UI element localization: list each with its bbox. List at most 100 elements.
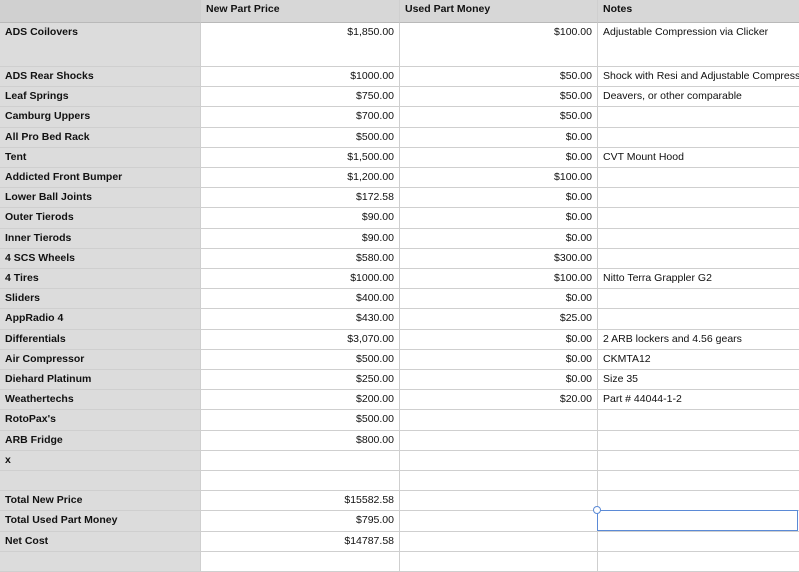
new-price-cell[interactable]: $14787.58 <box>201 531 400 552</box>
row-label-cell[interactable]: Camburg Uppers <box>0 107 201 128</box>
new-price-cell[interactable]: $500.00 <box>201 410 400 431</box>
new-price-cell[interactable]: $250.00 <box>201 370 400 391</box>
used-money-cell[interactable]: $0.00 <box>400 147 598 168</box>
new-price-cell[interactable]: $580.00 <box>201 248 400 269</box>
row-label-cell[interactable]: Weathertechs <box>0 390 201 411</box>
notes-cell[interactable] <box>598 107 799 128</box>
row-label-cell[interactable]: Differentials <box>0 329 201 350</box>
used-money-cell[interactable]: $0.00 <box>400 349 598 370</box>
row-label-cell[interactable]: Lower Ball Joints <box>0 188 201 209</box>
used-money-cell[interactable]: $100.00 <box>400 23 598 67</box>
notes-cell[interactable]: Deavers, or other comparable <box>598 87 799 108</box>
notes-cell[interactable]: Part # 44044-1-2 <box>598 390 799 411</box>
row-label-cell[interactable]: ADS Rear Shocks <box>0 67 201 88</box>
new-price-cell[interactable] <box>201 551 400 572</box>
used-money-cell[interactable]: $0.00 <box>400 329 598 350</box>
row-label-cell[interactable]: All Pro Bed Rack <box>0 127 201 148</box>
row-label-cell[interactable]: Total New Price <box>0 491 201 512</box>
new-price-cell[interactable]: $430.00 <box>201 309 400 330</box>
header-notes[interactable]: Notes <box>598 0 799 23</box>
new-price-cell[interactable]: $1,850.00 <box>201 23 400 67</box>
new-price-cell[interactable]: $172.58 <box>201 188 400 209</box>
used-money-cell[interactable]: $25.00 <box>400 309 598 330</box>
new-price-cell[interactable]: $500.00 <box>201 349 400 370</box>
new-price-cell[interactable]: $795.00 <box>201 511 400 532</box>
used-money-cell[interactable] <box>400 531 598 552</box>
new-price-cell[interactable]: $750.00 <box>201 87 400 108</box>
notes-cell[interactable]: Adjustable Compression via Clicker <box>598 23 799 67</box>
used-money-cell[interactable]: $0.00 <box>400 289 598 310</box>
notes-cell[interactable] <box>598 431 799 451</box>
used-money-cell[interactable]: $0.00 <box>400 127 598 148</box>
notes-cell[interactable] <box>598 552 799 572</box>
row-label-cell[interactable]: Tent <box>0 147 201 168</box>
row-label-cell[interactable]: Sliders <box>0 289 201 310</box>
notes-cell[interactable] <box>598 168 799 189</box>
notes-cell[interactable] <box>598 289 799 310</box>
used-money-cell[interactable]: $0.00 <box>400 370 598 391</box>
notes-cell[interactable]: 2 ARB lockers and 4.56 gears <box>598 330 799 350</box>
new-price-cell[interactable] <box>201 471 400 492</box>
used-money-cell[interactable]: $0.00 <box>400 228 598 249</box>
used-money-cell[interactable] <box>400 551 598 572</box>
notes-cell[interactable] <box>598 471 799 492</box>
used-money-cell[interactable]: $50.00 <box>400 67 598 88</box>
new-price-cell[interactable]: $800.00 <box>201 430 400 451</box>
used-money-cell[interactable]: $0.00 <box>400 208 598 229</box>
new-price-cell[interactable]: $90.00 <box>201 228 400 249</box>
used-money-cell[interactable]: $50.00 <box>400 87 598 108</box>
row-label-cell[interactable]: Leaf Springs <box>0 87 201 108</box>
selection-handle[interactable] <box>593 506 601 514</box>
new-price-cell[interactable]: $400.00 <box>201 289 400 310</box>
used-money-cell[interactable] <box>400 450 598 471</box>
used-money-cell[interactable] <box>400 511 598 532</box>
row-label-cell[interactable]: Air Compressor <box>0 349 201 370</box>
header-used-part-money[interactable]: Used Part Money <box>400 0 598 23</box>
notes-cell[interactable] <box>598 309 799 330</box>
row-label-cell[interactable]: x <box>0 450 201 471</box>
row-label-cell[interactable]: RotoPax's <box>0 410 201 431</box>
notes-cell[interactable] <box>598 249 799 269</box>
notes-cell[interactable]: CKMTA12 <box>598 350 799 370</box>
row-label-cell[interactable]: Inner Tierods <box>0 228 201 249</box>
selected-cell[interactable] <box>597 510 798 531</box>
row-label-cell[interactable]: ADS Coilovers <box>0 23 201 67</box>
used-money-cell[interactable]: $300.00 <box>400 248 598 269</box>
new-price-cell[interactable] <box>201 450 400 471</box>
notes-cell[interactable]: Nitto Terra Grappler G2 <box>598 269 799 290</box>
used-money-cell[interactable]: $20.00 <box>400 390 598 411</box>
notes-cell[interactable] <box>598 188 799 209</box>
header-cell-corner[interactable] <box>0 0 201 23</box>
new-price-cell[interactable]: $3,070.00 <box>201 329 400 350</box>
notes-cell[interactable] <box>598 410 799 431</box>
new-price-cell[interactable]: $1,500.00 <box>201 147 400 168</box>
notes-cell[interactable]: Shock with Resi and Adjustable Compressi… <box>598 67 799 88</box>
row-label-cell[interactable] <box>0 551 201 572</box>
header-new-part-price[interactable]: New Part Price <box>201 0 400 23</box>
row-label-cell[interactable] <box>0 471 201 492</box>
notes-cell[interactable]: Size 35 <box>598 370 799 391</box>
new-price-cell[interactable]: $90.00 <box>201 208 400 229</box>
notes-cell[interactable]: CVT Mount Hood <box>598 148 799 168</box>
new-price-cell[interactable]: $15582.58 <box>201 491 400 512</box>
row-label-cell[interactable]: AppRadio 4 <box>0 309 201 330</box>
row-label-cell[interactable]: 4 SCS Wheels <box>0 248 201 269</box>
used-money-cell[interactable] <box>400 430 598 451</box>
notes-cell[interactable] <box>598 128 799 148</box>
used-money-cell[interactable] <box>400 471 598 492</box>
row-label-cell[interactable]: Total Used Part Money <box>0 511 201 532</box>
new-price-cell[interactable]: $1,200.00 <box>201 168 400 189</box>
notes-cell[interactable] <box>598 208 799 229</box>
notes-cell[interactable] <box>598 491 799 512</box>
row-label-cell[interactable]: Diehard Platinum <box>0 370 201 391</box>
row-label-cell[interactable]: Outer Tierods <box>0 208 201 229</box>
notes-cell[interactable] <box>598 451 799 471</box>
new-price-cell[interactable]: $500.00 <box>201 127 400 148</box>
used-money-cell[interactable]: $50.00 <box>400 107 598 128</box>
used-money-cell[interactable]: $100.00 <box>400 168 598 189</box>
row-label-cell[interactable]: ARB Fridge <box>0 430 201 451</box>
row-label-cell[interactable]: 4 Tires <box>0 269 201 290</box>
new-price-cell[interactable]: $700.00 <box>201 107 400 128</box>
used-money-cell[interactable]: $100.00 <box>400 269 598 290</box>
used-money-cell[interactable] <box>400 410 598 431</box>
